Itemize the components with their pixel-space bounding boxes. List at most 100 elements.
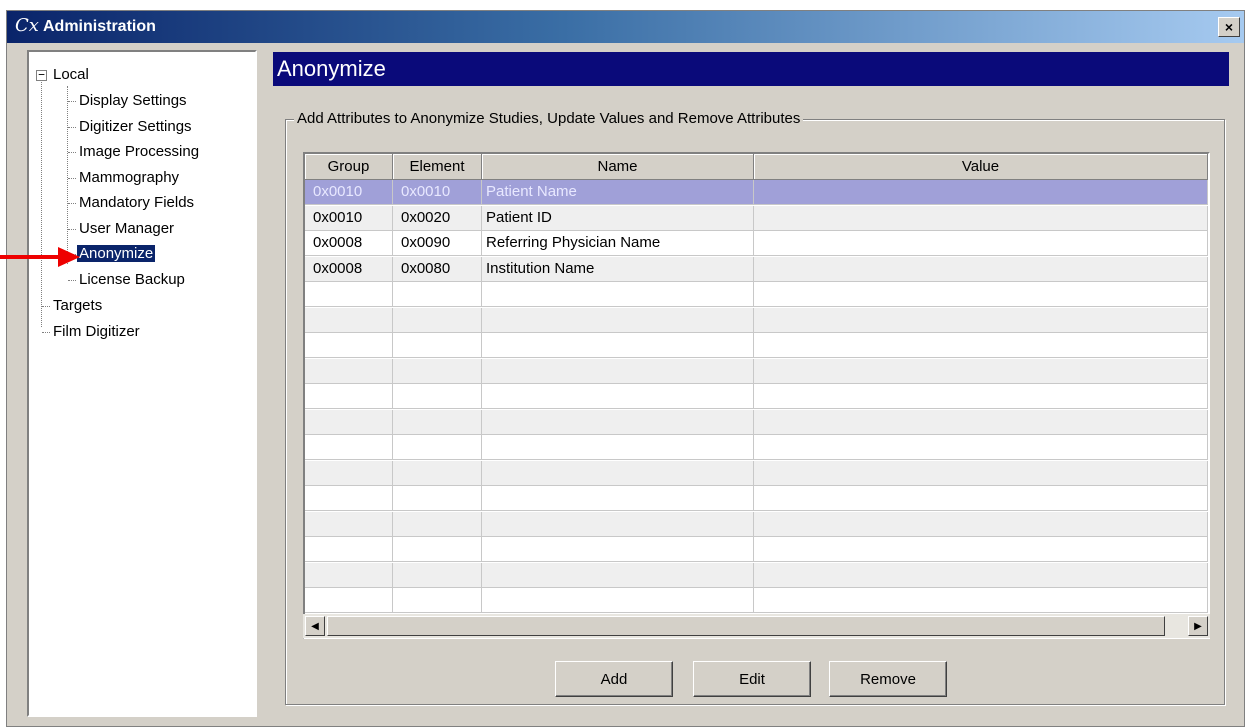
- tree-line: [41, 82, 42, 327]
- tree-item-mammography[interactable]: Mammography: [77, 167, 181, 189]
- tree-item-label: License Backup: [79, 270, 185, 288]
- cell-value: [754, 231, 1208, 256]
- horizontal-scrollbar[interactable]: ◀ ▶: [303, 614, 1210, 638]
- cell-value: [754, 435, 1208, 460]
- table-row[interactable]: 0x0008 0x0090 Referring Physician Name: [305, 231, 1208, 256]
- cell-value: [754, 537, 1208, 562]
- scroll-right-icon[interactable]: ▶: [1188, 616, 1208, 636]
- cell-group: [305, 282, 393, 307]
- tree-item-license-backup[interactable]: License Backup: [77, 269, 187, 291]
- cell-group: [305, 384, 393, 409]
- tree-item-label: Anonymize: [77, 245, 156, 262]
- table-row[interactable]: [305, 562, 1208, 588]
- cell-element: [393, 435, 482, 460]
- cell-group: [305, 307, 393, 333]
- tree-item-user-manager[interactable]: User Manager: [77, 218, 176, 240]
- add-button[interactable]: Add: [555, 661, 673, 697]
- scrollbar-thumb[interactable]: [327, 616, 1165, 636]
- tree-item-image-processing[interactable]: Image Processing: [77, 141, 201, 163]
- navigation-tree: − Local Display Settings Digitizer Settin…: [27, 50, 257, 717]
- tree-item-display-settings[interactable]: Display Settings: [77, 90, 189, 112]
- tree-item-label: Local: [53, 66, 89, 83]
- edit-button[interactable]: Edit: [693, 661, 811, 697]
- tree-line: [68, 177, 76, 179]
- cell-value: [754, 282, 1208, 307]
- column-header-element[interactable]: Element: [393, 154, 482, 180]
- table-row[interactable]: [305, 282, 1208, 307]
- tree-item-label: Mandatory Fields: [79, 194, 195, 211]
- cell-name: [482, 562, 754, 588]
- cell-group: 0x0008: [305, 256, 393, 282]
- tree-line: [68, 279, 76, 281]
- cell-group: [305, 511, 393, 537]
- tree-line: [42, 332, 50, 333]
- page-title: Anonymize: [273, 52, 1229, 86]
- cell-group: 0x0010: [305, 180, 393, 205]
- collapse-icon[interactable]: −: [36, 69, 47, 81]
- cell-value: [754, 486, 1208, 511]
- table-row[interactable]: [305, 307, 1208, 333]
- table-row[interactable]: [305, 486, 1208, 511]
- tree-item-label: User Manager: [79, 219, 175, 237]
- cell-group: [305, 358, 393, 384]
- tree-item-anonymize[interactable]: Anonymize: [77, 243, 156, 265]
- cell-name: [482, 486, 754, 511]
- cell-name: [482, 460, 754, 486]
- cell-name: [482, 537, 754, 562]
- cell-element: 0x0090: [393, 231, 482, 256]
- table-row[interactable]: [305, 537, 1208, 562]
- table-row[interactable]: [305, 409, 1208, 435]
- tree-item-label: Digitizer Settings: [79, 117, 192, 135]
- cell-name: [482, 409, 754, 435]
- cell-element: [393, 486, 482, 511]
- table-row[interactable]: 0x0010 0x0020 Patient ID: [305, 205, 1208, 231]
- tree-item-label: Mammography: [79, 168, 180, 186]
- cell-value: [754, 358, 1208, 384]
- tree-line: [68, 101, 76, 102]
- table-row[interactable]: [305, 460, 1208, 486]
- cell-value: [754, 180, 1208, 205]
- cell-group: 0x0008: [305, 231, 393, 256]
- title-bar[interactable]: Cx Administration ×: [7, 11, 1244, 43]
- column-header-group[interactable]: Group: [305, 154, 393, 180]
- remove-button[interactable]: Remove: [829, 661, 947, 697]
- cell-value: [754, 588, 1208, 613]
- red-arrow-icon: [0, 247, 80, 267]
- cell-name: [482, 358, 754, 384]
- tree-item-targets[interactable]: Targets: [51, 295, 104, 317]
- cell-element: [393, 358, 482, 384]
- column-header-value[interactable]: Value: [754, 154, 1208, 180]
- tree-item-digitizer-settings[interactable]: Digitizer Settings: [77, 116, 194, 138]
- scroll-left-icon[interactable]: ◀: [305, 616, 325, 636]
- attributes-grid[interactable]: Group Element Name Value 0x0010 0x0010 Pat…: [303, 152, 1210, 639]
- column-header-name[interactable]: Name: [482, 154, 754, 180]
- table-row[interactable]: [305, 358, 1208, 384]
- tree-item-local[interactable]: Local: [51, 64, 91, 86]
- cell-value: [754, 409, 1208, 435]
- cell-element: 0x0080: [393, 256, 482, 282]
- cell-name: Referring Physician Name: [482, 231, 754, 256]
- cell-element: 0x0010: [393, 180, 482, 205]
- tree-line: [67, 86, 68, 264]
- tree-item-mandatory-fields[interactable]: Mandatory Fields: [77, 192, 196, 214]
- cell-name: Patient ID: [482, 205, 754, 231]
- cell-name: [482, 333, 754, 358]
- tree-item-label: Image Processing: [79, 143, 200, 160]
- table-row[interactable]: [305, 333, 1208, 358]
- tree-line: [68, 228, 76, 230]
- table-row[interactable]: 0x0010 0x0010 Patient Name: [305, 180, 1208, 205]
- table-row[interactable]: 0x0008 0x0080 Institution Name: [305, 256, 1208, 282]
- table-row[interactable]: [305, 435, 1208, 460]
- table-row[interactable]: [305, 588, 1208, 613]
- tree-item-label: Display Settings: [79, 92, 187, 109]
- tree-item-film-digitizer[interactable]: Film Digitizer: [51, 321, 142, 343]
- tree-line: [68, 203, 76, 204]
- close-button[interactable]: ×: [1218, 17, 1240, 37]
- cell-value: [754, 511, 1208, 537]
- table-row[interactable]: [305, 511, 1208, 537]
- cell-element: [393, 333, 482, 358]
- group-title: Add Attributes to Anonymize Studies, Upd…: [294, 110, 804, 127]
- cell-element: [393, 282, 482, 307]
- table-row[interactable]: [305, 384, 1208, 409]
- cell-group: [305, 537, 393, 562]
